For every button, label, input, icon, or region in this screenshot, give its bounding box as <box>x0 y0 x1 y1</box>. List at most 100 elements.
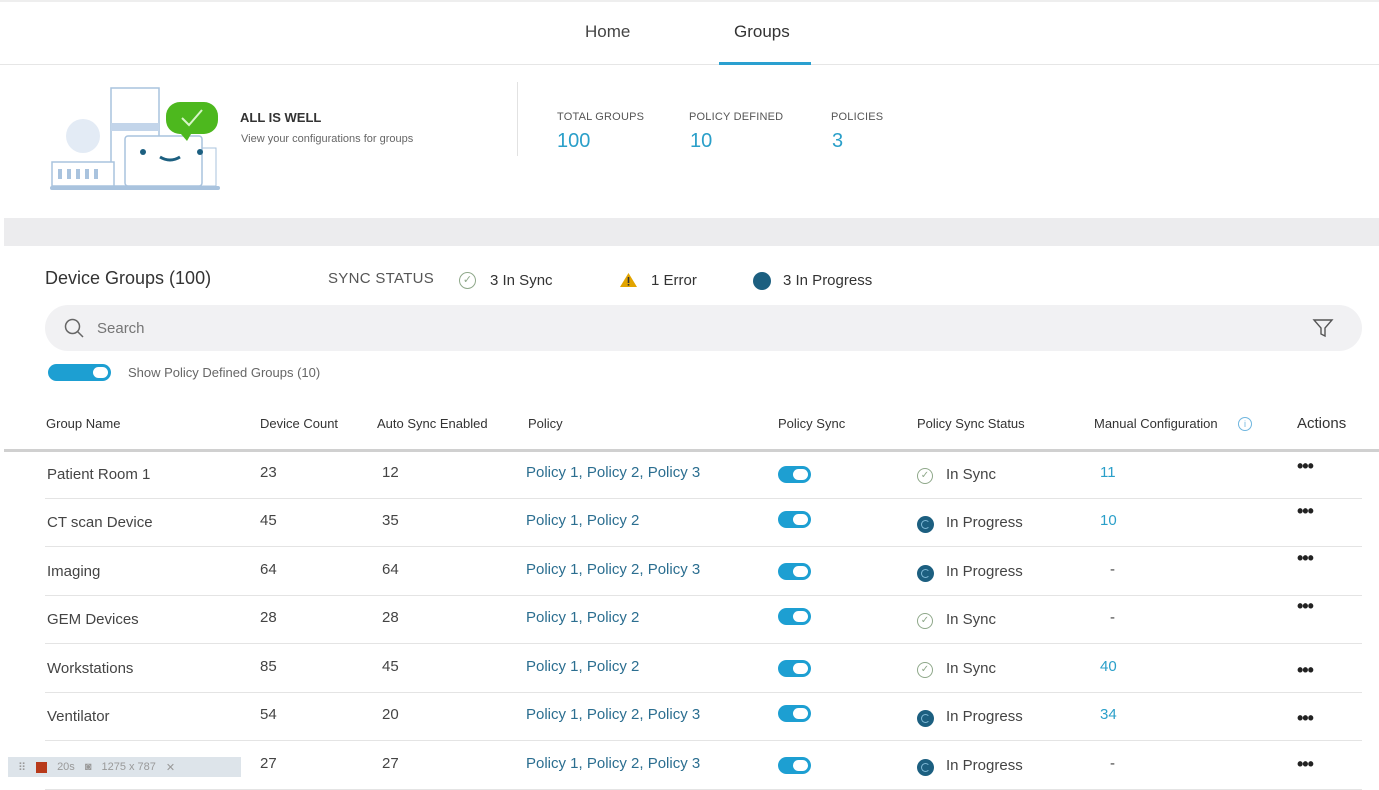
divider <box>517 82 518 156</box>
more-actions-icon[interactable]: ••• <box>1297 548 1314 569</box>
auto-sync-count: 45 <box>382 658 399 675</box>
in-progress-icon <box>917 565 934 582</box>
screen-recorder-toolbar: ⠿ 20s ◙ 1275 x 787 ✕ <box>8 757 241 777</box>
in-progress-icon <box>917 759 934 776</box>
hero-subtitle: View your configurations for groups <box>241 133 414 145</box>
in-progress-count: 3 In Progress <box>783 272 873 289</box>
more-actions-icon[interactable]: ••• <box>1297 754 1314 775</box>
table-row: Patient Room 1 23 12 Policy 1, Policy 2,… <box>45 451 1362 499</box>
device-count: 45 <box>260 512 277 529</box>
in-progress-icon <box>917 516 934 533</box>
group-name[interactable]: Patient Room 1 <box>47 466 150 483</box>
hero-title: ALL IS WELL <box>240 110 322 125</box>
policy-sync-toggle[interactable] <box>778 660 811 677</box>
section-separator <box>4 218 1379 246</box>
policy-sync-toggle[interactable] <box>778 563 811 580</box>
table-row: GEM Devices 28 28 Policy 1, Policy 2 ✓ I… <box>45 596 1362 644</box>
drag-handle-icon[interactable]: ⠿ <box>18 761 26 774</box>
col-device-count[interactable]: Device Count <box>260 416 338 431</box>
group-name[interactable]: Ventilator <box>47 708 110 725</box>
col-manual-config[interactable]: Manual Configuration <box>1094 416 1218 431</box>
sync-status: In Sync <box>946 466 997 483</box>
more-actions-icon[interactable]: ••• <box>1297 708 1314 729</box>
manual-config-count[interactable]: 40 <box>1100 658 1117 675</box>
manual-config-count[interactable]: 11 <box>1100 464 1116 481</box>
auto-sync-count: 27 <box>382 755 399 772</box>
policy-list[interactable]: Policy 1, Policy 2 <box>526 512 639 529</box>
error-count: 1 Error <box>651 272 697 289</box>
col-policy-sync[interactable]: Policy Sync <box>778 416 845 431</box>
stat-policies-label: POLICIES <box>831 111 884 123</box>
close-icon[interactable]: ✕ <box>166 761 175 774</box>
search-bar[interactable] <box>45 305 1362 351</box>
manual-config-count[interactable]: 10 <box>1100 512 1117 529</box>
table-row: Imaging 64 64 Policy 1, Policy 2, Policy… <box>45 548 1362 596</box>
device-groups-title: Device Groups (100) <box>45 268 212 288</box>
policy-list[interactable]: Policy 1, Policy 2, Policy 3 <box>526 706 700 723</box>
in-sync-icon: ✓ <box>459 272 476 289</box>
top-nav: Home Groups <box>0 0 1379 65</box>
device-count: 64 <box>260 561 277 578</box>
group-name[interactable]: Workstations <box>47 660 133 677</box>
policy-list[interactable]: Policy 1, Policy 2, Policy 3 <box>526 755 700 772</box>
table-row: 27 27 Policy 1, Policy 2, Policy 3 In Pr… <box>45 742 1362 790</box>
policy-sync-toggle[interactable] <box>778 466 811 483</box>
filter-icon[interactable] <box>1312 317 1334 339</box>
all-is-well-illustration <box>50 87 220 190</box>
sync-status: In Sync <box>946 660 997 677</box>
more-actions-icon[interactable]: ••• <box>1297 456 1314 477</box>
sync-status: In Progress <box>946 757 1023 774</box>
stop-record-icon[interactable] <box>36 761 48 773</box>
in-sync-icon: ✓ <box>917 613 933 629</box>
col-policy-sync-status[interactable]: Policy Sync Status <box>917 416 1025 431</box>
more-actions-icon[interactable]: ••• <box>1297 501 1314 522</box>
search-icon <box>64 318 84 338</box>
tab-home[interactable]: Home <box>585 22 630 42</box>
stat-total-groups-value: 100 <box>557 130 591 152</box>
policy-sync-toggle[interactable] <box>778 608 811 625</box>
device-count: 85 <box>260 658 277 675</box>
manual-config-count[interactable]: 34 <box>1100 706 1117 723</box>
record-size: 1275 x 787 <box>101 761 156 773</box>
col-policy[interactable]: Policy <box>528 416 563 431</box>
policy-list[interactable]: Policy 1, Policy 2 <box>526 658 639 675</box>
auto-sync-count: 12 <box>382 464 399 481</box>
policy-list[interactable]: Policy 1, Policy 2 <box>526 609 639 626</box>
search-input[interactable] <box>97 317 1247 339</box>
auto-sync-count: 20 <box>382 706 399 723</box>
camera-icon[interactable]: ◙ <box>85 761 92 773</box>
more-actions-icon[interactable]: ••• <box>1297 660 1314 681</box>
device-count: 23 <box>260 464 277 481</box>
table-row: Ventilator 54 20 Policy 1, Policy 2, Pol… <box>45 693 1362 741</box>
group-name[interactable]: Imaging <box>47 563 100 580</box>
show-policy-defined-label: Show Policy Defined Groups (10) <box>128 365 321 380</box>
record-time: 20s <box>57 761 75 773</box>
manual-config-count: - <box>1110 755 1115 772</box>
in-sync-icon: ✓ <box>917 468 933 484</box>
col-actions: Actions <box>1297 415 1347 432</box>
policy-sync-toggle[interactable] <box>778 511 811 528</box>
stat-policies-value: 3 <box>832 130 844 152</box>
policy-list[interactable]: Policy 1, Policy 2, Policy 3 <box>526 561 700 578</box>
stat-total-groups-label: TOTAL GROUPS <box>557 111 645 123</box>
table-row: Workstations 85 45 Policy 1, Policy 2 ✓ … <box>45 645 1362 693</box>
group-name[interactable]: GEM Devices <box>47 611 139 628</box>
in-progress-icon <box>753 272 771 290</box>
policy-list[interactable]: Policy 1, Policy 2, Policy 3 <box>526 464 700 481</box>
col-group-name[interactable]: Group Name <box>46 416 120 431</box>
table-row: CT scan Device 45 35 Policy 1, Policy 2 … <box>45 499 1362 547</box>
device-count: 28 <box>260 609 277 626</box>
sync-status: In Progress <box>946 514 1023 531</box>
more-actions-icon[interactable]: ••• <box>1297 596 1314 617</box>
sync-status: In Progress <box>946 708 1023 725</box>
device-count: 54 <box>260 706 277 723</box>
info-icon[interactable]: i <box>1238 417 1252 431</box>
group-name[interactable]: CT scan Device <box>47 514 153 531</box>
in-progress-icon <box>917 710 934 727</box>
policy-sync-toggle[interactable] <box>778 757 811 774</box>
show-policy-defined-toggle[interactable] <box>48 364 111 381</box>
policy-sync-toggle[interactable] <box>778 705 811 722</box>
auto-sync-count: 28 <box>382 609 399 626</box>
tab-groups[interactable]: Groups <box>734 22 790 42</box>
col-auto-sync[interactable]: Auto Sync Enabled <box>377 416 488 431</box>
